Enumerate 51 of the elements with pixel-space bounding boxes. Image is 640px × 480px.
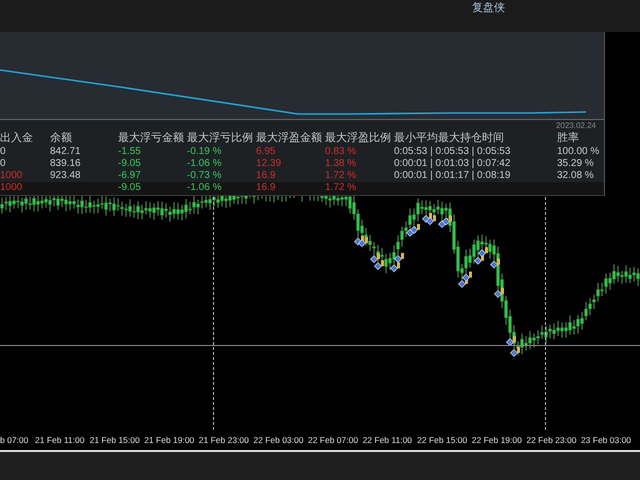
- time-axis-label: b 07:00: [0, 435, 30, 445]
- table-cell-text: -6.97: [118, 170, 142, 182]
- table-cell-text: 32.08 %: [557, 170, 595, 182]
- time-axis-label: 22 Feb 03:00: [252, 435, 304, 445]
- table-cell-text: 100.00 %: [557, 146, 600, 158]
- column-header: 最小平均最大持仓时间: [394, 132, 505, 146]
- chart-date: 2023.02.24: [556, 121, 596, 130]
- table-cell-text: 1000: [0, 182, 24, 195]
- time-axis-label: 22 Feb 07:00: [306, 435, 360, 445]
- table-cell-text: 6.95: [256, 146, 276, 158]
- time-axis-label: 22 Feb 19:00: [470, 435, 523, 445]
- column-header: 最大浮盈金额: [256, 132, 323, 146]
- table-cell-text: 1.72 %: [325, 170, 358, 182]
- column-header: 胜率: [557, 132, 580, 146]
- time-axis-label: 21 Feb 19:00: [143, 435, 196, 445]
- table-cell-text: 1.72 %: [325, 182, 358, 195]
- table-cell-text: 16.9: [256, 170, 276, 182]
- table-cell-text: 0: [0, 158, 7, 170]
- table-cell-text: 35.29 %: [557, 158, 595, 170]
- time-axis-label: 22 Feb 11:00: [362, 435, 414, 445]
- table-cell-text: 923.48: [50, 170, 82, 182]
- table-cell-text: 0:05:53 | 0:05:53 | 0:05:53: [394, 146, 512, 158]
- column-header: 最大浮亏比例: [187, 132, 254, 146]
- table-cell-text: -1.55: [118, 146, 142, 158]
- time-axis-label: 21 Feb 23:00: [198, 435, 250, 445]
- table-cell-text: 842.71: [50, 146, 82, 158]
- time-axis-label: 21 Feb 15:00: [88, 435, 141, 445]
- table-cell-text: -9.05: [118, 182, 142, 195]
- app-title: 复盘侠: [472, 0, 505, 15]
- table-cell-text: -1.06 %: [187, 158, 222, 170]
- table-cell-text: 16.9: [256, 182, 276, 195]
- table-cell-text: 0:00:01 | 0:01:17 | 0:08:19: [394, 170, 512, 182]
- table-cell-text: -0.19 %: [187, 146, 222, 158]
- column-header: 余额: [50, 132, 73, 146]
- table-cell-text: 1.38 %: [325, 158, 358, 170]
- time-axis-label: 23 Feb 03:00: [580, 435, 632, 445]
- table-cell-text: 0.83 %: [325, 146, 358, 158]
- time-axis-label: 21 Feb 11:00: [34, 435, 86, 445]
- table-cell-text: -9.05: [118, 158, 142, 170]
- time-axis-label: 22 Feb 23:00: [525, 435, 578, 445]
- table-cell-text: -1.06 %: [187, 182, 222, 195]
- table-cell-text: 1000: [0, 170, 24, 182]
- time-axis-label: 22 Feb 15:00: [416, 435, 468, 445]
- table-cell-text: 839.16: [50, 158, 82, 170]
- table-cell-text: 12.39: [256, 158, 282, 170]
- column-header: 最大浮亏金额: [118, 132, 185, 146]
- table-cell-text: 0: [0, 146, 7, 158]
- table-cell-text: -0.73 %: [187, 170, 222, 182]
- column-header: 最大浮盈比例: [325, 132, 392, 146]
- column-header: 出入金: [0, 132, 34, 146]
- table-cell-text: 0:00:01 | 0:01:03 | 0:07:42: [394, 158, 512, 170]
